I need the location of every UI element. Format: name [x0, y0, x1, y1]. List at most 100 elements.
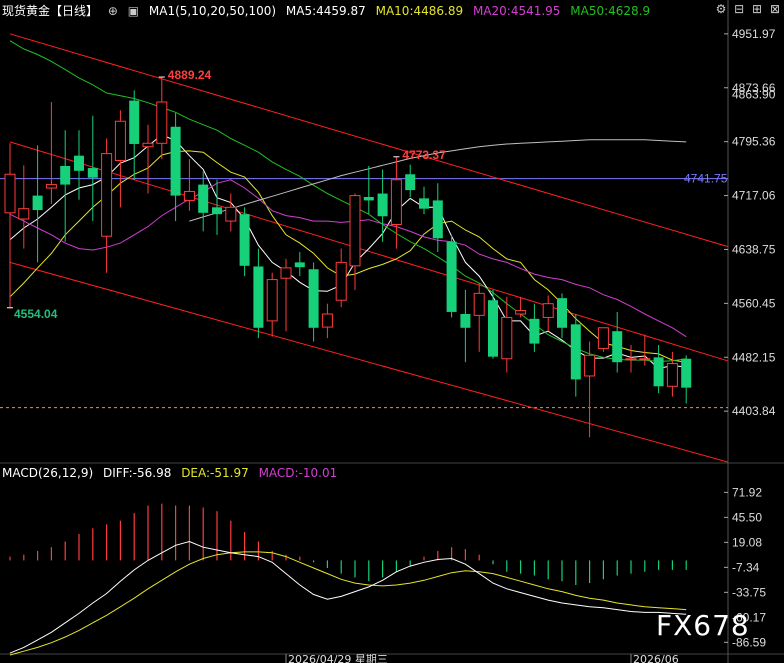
candlestick [32, 145, 43, 263]
candlestick [18, 165, 30, 249]
candlestick [390, 157, 402, 249]
candlestick [253, 248, 264, 339]
candle-body [390, 179, 402, 226]
price-tag-label: 4863.90 [732, 87, 776, 101]
candlestick [266, 272, 278, 337]
candlestick [294, 252, 305, 277]
settings-icon[interactable]: ⚙ [716, 2, 727, 16]
increase-icon[interactable]: ⊞ [752, 2, 762, 16]
candlestick [321, 303, 333, 339]
macd-tick-label: -7.34 [732, 560, 760, 574]
candle-body [142, 142, 154, 148]
hline-price-label: 4741.75 [684, 172, 728, 186]
candle-body [542, 303, 554, 318]
ma20-value: MA20:4541.95 [472, 4, 561, 18]
candlestick [239, 207, 250, 277]
candle-body [612, 331, 623, 363]
candlestick [473, 283, 485, 352]
candle-body [625, 358, 637, 361]
candle-body [446, 241, 457, 312]
candle-body [681, 358, 692, 388]
candle-body [280, 267, 292, 279]
candlestick [488, 289, 498, 359]
candle-body [349, 195, 361, 267]
candlestick [225, 193, 237, 232]
candlestick [377, 169, 388, 242]
macd-tick-label: 45.50 [732, 510, 762, 524]
candlestick [681, 355, 692, 404]
macd-dea-value: DEA:-51.97 [181, 466, 249, 480]
candlestick [280, 258, 292, 332]
candle-body [488, 300, 498, 357]
candle-body [45, 184, 57, 189]
ma5-value: MA5:4459.87 [285, 4, 366, 18]
candle-body [198, 184, 209, 213]
candlestick [129, 90, 140, 180]
candlestick [45, 101, 57, 204]
candlestick [419, 186, 429, 215]
price-tick-label: 4638.75 [732, 242, 776, 256]
decrease-icon[interactable]: ⊟ [734, 2, 744, 16]
candlestick [60, 130, 71, 242]
candlestick [557, 293, 567, 339]
candle-body [294, 262, 305, 268]
candlestick [542, 295, 554, 332]
candlestick [101, 138, 113, 273]
candle-body [473, 292, 485, 316]
candle-body [239, 214, 250, 266]
candle-body [529, 318, 540, 344]
candle-body [584, 354, 596, 377]
candle-body [570, 324, 581, 380]
candlestick-series [4, 77, 692, 438]
candlestick [198, 171, 209, 232]
chart-header: 现货黄金【日线】 ⊕ ▣ MA1(5,10,20,50,100) MA5:445… [2, 2, 656, 19]
candlestick [4, 143, 16, 308]
macd-tick-label: 71.92 [732, 485, 762, 499]
indicator-toggle-icon[interactable]: ▣ [128, 4, 139, 18]
price-tick-label: 4482.15 [732, 350, 776, 364]
watermark-logo: FX678 [656, 609, 750, 642]
candle-body [321, 313, 333, 328]
candle-body [335, 261, 347, 301]
candle-body [212, 207, 222, 215]
candle-body [266, 279, 278, 322]
candlestick [515, 296, 527, 318]
price-annotation-label: 4889.24 [168, 68, 212, 82]
candlestick [349, 193, 361, 290]
candle-body [170, 126, 181, 196]
candle-body [377, 193, 388, 217]
candle-body [501, 316, 513, 360]
close-icon[interactable]: ⊠ [770, 2, 780, 16]
date-tick-label: 2026/06 [633, 653, 679, 663]
price-axis: 4951.974873.664795.364717.064638.754560.… [684, 27, 776, 418]
price-tick-label: 4403.84 [732, 404, 776, 418]
candlestick [363, 166, 374, 215]
macd-indicator-label: MACD(26,12,9) [2, 466, 94, 480]
candle-body [129, 100, 140, 144]
price-tick-label: 4795.36 [732, 135, 776, 149]
candle-body [432, 200, 443, 239]
candle-body [156, 101, 168, 144]
candle-body [225, 206, 237, 222]
panel-controls: ⚙ ⊟ ⊞ ⊠ [712, 2, 780, 16]
macd-dea-line [9, 551, 687, 656]
ma-indicator-label: MA1(5,10,20,50,100) [148, 4, 277, 18]
candle-body [87, 168, 98, 178]
macd-header: MACD(26,12,9) DIFF:-56.98 DEA:-51.97 MAC… [2, 466, 343, 480]
candle-body [101, 153, 113, 237]
candlestick [308, 262, 319, 342]
candlestick [529, 303, 540, 352]
candlestick [612, 311, 623, 373]
chart-settings-icon[interactable]: ⊕ [108, 4, 118, 18]
price-tick-label: 4951.97 [732, 27, 776, 41]
candle-body [557, 298, 567, 328]
candle-body [253, 266, 264, 328]
candlestick [570, 314, 581, 397]
candle-body [74, 155, 84, 171]
candle-body [666, 363, 678, 387]
candle-body [597, 327, 609, 349]
candle-body [4, 173, 16, 214]
candle-body [183, 190, 195, 201]
macd-histogram-value: MACD:-10.01 [258, 466, 338, 480]
price-annotation-label: 4773.37 [402, 148, 446, 162]
